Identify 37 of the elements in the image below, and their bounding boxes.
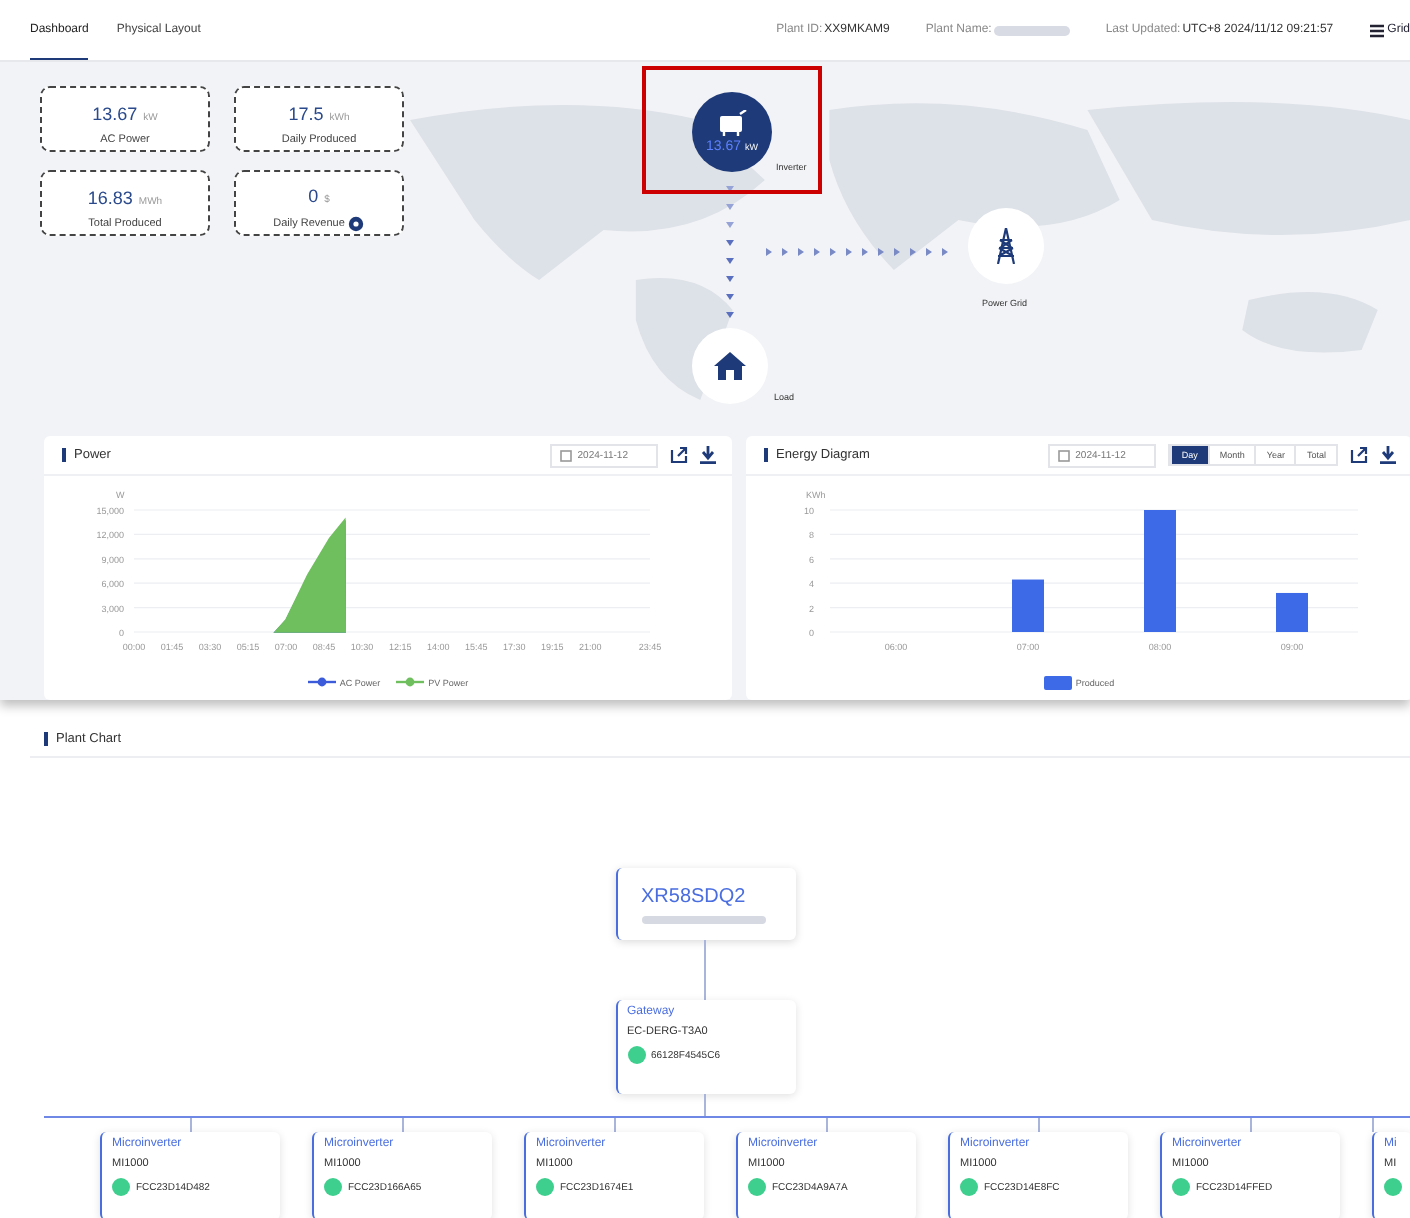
calendar-icon	[1057, 449, 1070, 461]
stat-value: 13.67	[92, 103, 138, 123]
settings-icon[interactable]	[348, 215, 365, 231]
connector-line	[704, 940, 706, 1000]
plant-node[interactable]: XR58SDQ2	[615, 868, 795, 940]
connector-line	[613, 1118, 615, 1132]
power-grid-node[interactable]	[968, 208, 1044, 284]
connector-line	[189, 1118, 191, 1132]
connector-line	[825, 1118, 827, 1132]
legend-line-icon	[396, 676, 425, 688]
energy-bar	[1144, 510, 1176, 632]
stat-value: 16.83	[87, 187, 133, 207]
download-icon[interactable]	[1380, 446, 1396, 464]
connector-line	[1249, 1118, 1251, 1132]
load-node[interactable]	[692, 328, 768, 404]
connector-line	[704, 1094, 706, 1116]
inverter-icon	[716, 110, 748, 138]
export-icon[interactable]	[670, 446, 688, 464]
energy-bar	[1012, 579, 1044, 632]
redacted-text	[641, 915, 765, 923]
download-icon[interactable]	[700, 446, 716, 464]
connector-line	[401, 1118, 403, 1132]
connector-line	[1372, 1118, 1374, 1132]
legend-line-icon	[307, 676, 336, 688]
calendar-icon	[559, 449, 572, 461]
energy-bar	[1276, 592, 1308, 632]
redacted-name	[993, 25, 1070, 35]
stat-value: 0	[308, 185, 319, 205]
stat-value: 17.5	[288, 103, 324, 123]
plant-code: XR58SDQ2	[641, 885, 748, 907]
pylon-icon	[994, 228, 1018, 264]
flow-line	[726, 186, 734, 318]
export-icon[interactable]	[1350, 446, 1368, 464]
connector-line	[1037, 1118, 1039, 1132]
power-area	[273, 517, 346, 633]
legend-swatch-icon	[1043, 676, 1072, 690]
house-icon	[714, 352, 746, 380]
